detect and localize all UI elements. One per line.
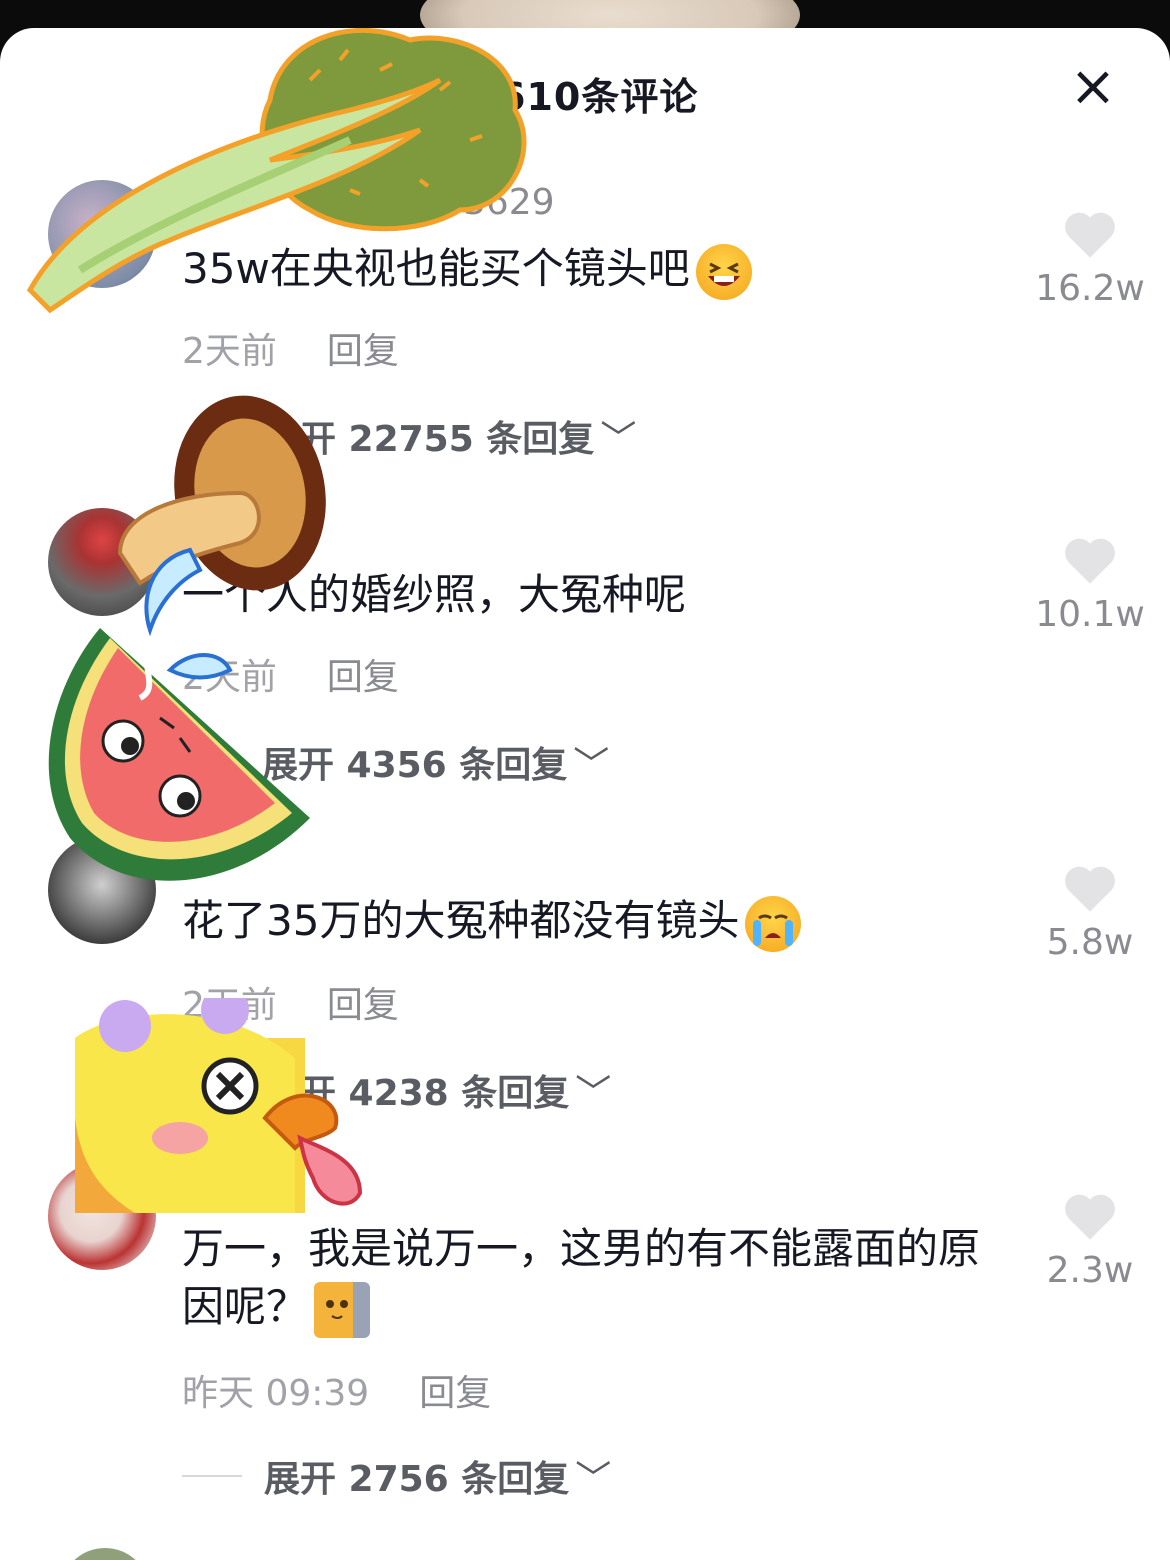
comment-text: 万一，我是说万一，这男的有不能露面的原因呢？	[182, 1220, 1012, 1338]
comment-body: 万一，我是说万一，这男的有不能露面的原因呢？	[182, 1224, 981, 1331]
comment-time: 昨天 09:39	[182, 1373, 370, 1414]
like-button[interactable]: 5.8w	[1030, 862, 1150, 963]
comment-meta: 昨天 09:39 回复	[182, 1364, 491, 1416]
close-button[interactable]: ×	[1068, 59, 1118, 115]
heart-icon	[1065, 538, 1115, 584]
expand-replies-button[interactable]: 开 22755 条回复 ﹀	[300, 410, 636, 462]
divider-line	[182, 1475, 242, 1477]
like-button[interactable]: 16.2w	[1030, 208, 1150, 309]
chevron-down-icon: ﹀	[600, 419, 637, 460]
avatar[interactable]	[60, 1548, 150, 1560]
comment-sheet: 1610条评论 × 53629 35w在央视也能买个镜头吧 2天前 回复 开 22…	[0, 28, 1170, 1560]
comment-text: 花了35万的大冤种都没有镜头	[182, 892, 1022, 952]
reply-button[interactable]: 回复	[327, 331, 399, 372]
chevron-down-icon: ﹀	[573, 745, 610, 786]
crying-emoji-icon	[745, 895, 802, 952]
comment-body: 花了35万的大冤种都没有镜头	[182, 896, 740, 945]
like-count: 5.8w	[1046, 922, 1134, 963]
expand-replies-label: 展开 2756 条回复	[264, 1459, 570, 1500]
chick-sticker-icon	[75, 998, 363, 1213]
heart-icon	[1065, 212, 1115, 258]
heart-icon	[1065, 866, 1115, 912]
expand-replies-button[interactable]: 展开 2756 条回复 ﹀	[182, 1450, 611, 1502]
comment-meta: 2天前 回复	[182, 322, 399, 374]
comment-time: 2天前	[182, 331, 277, 372]
heart-icon	[1065, 1194, 1115, 1240]
like-count: 16.2w	[1035, 268, 1145, 309]
like-button[interactable]: 2.3w	[1030, 1190, 1150, 1291]
reply-button[interactable]: 回复	[327, 657, 399, 698]
laughing-emoji-icon	[695, 243, 752, 300]
expand-replies-label: 开 22755 条回复	[300, 419, 595, 460]
like-count: 2.3w	[1046, 1250, 1134, 1291]
like-button[interactable]: 10.1w	[1030, 534, 1150, 635]
reply-button[interactable]: 回复	[419, 1373, 491, 1414]
chevron-down-icon: ﹀	[575, 1073, 612, 1114]
watermelon-sticker-icon	[48, 628, 310, 881]
chevron-down-icon: ﹀	[575, 1459, 612, 1500]
cat-peeking-emoji-icon	[314, 1281, 371, 1338]
cabbage-sticker-icon	[26, 28, 527, 314]
like-count: 10.1w	[1035, 594, 1145, 635]
